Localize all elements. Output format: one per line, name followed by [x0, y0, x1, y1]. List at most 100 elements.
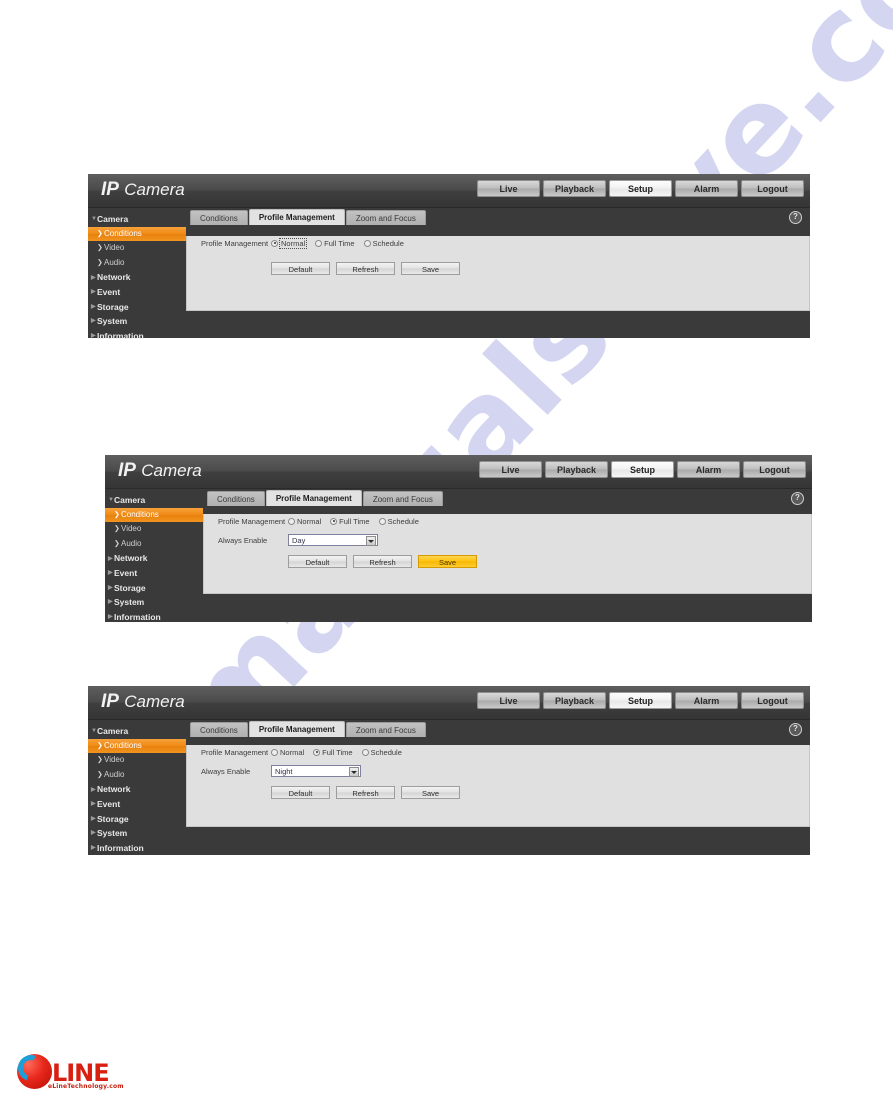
sidebar-item-system-3[interactable]: ▶ System [88, 826, 186, 841]
tab-profile-management-1[interactable]: Profile Management [248, 209, 345, 225]
tab-conditions-1[interactable]: Conditions [190, 210, 248, 225]
refresh-button-2[interactable]: Refresh [353, 555, 412, 568]
sidebar-item-storage-1[interactable]: ▶ Storage [88, 300, 186, 315]
nav-logout-1[interactable]: Logout [741, 180, 804, 197]
help-icon-2[interactable]: ? [791, 492, 804, 505]
nav-live-1[interactable]: Live [477, 180, 540, 197]
radio-dot-full-time-2 [330, 517, 338, 525]
radio-schedule-1[interactable]: Schedule [363, 239, 404, 248]
sidebar-item-audio-2[interactable]: ❯ Audio [105, 537, 203, 552]
default-button-1[interactable]: Default [271, 262, 330, 275]
sidebar-item-video-2[interactable]: ❯ Video [105, 522, 203, 537]
settings-panel-3: Profile Management Normal Full Time Sche… [186, 745, 810, 827]
sidebar-2: ▼ Camera ❯ Conditions ❯ Video ❯ Audio ▶ … [105, 489, 203, 624]
radio-normal-1[interactable]: Normal [271, 237, 308, 249]
sidebar-item-camera-2[interactable]: ▼ Camera [105, 493, 203, 508]
help-icon-1[interactable]: ? [789, 211, 802, 224]
radio-full-time-2[interactable]: Full Time [330, 517, 370, 526]
radio-full-time-1[interactable]: Full Time [315, 238, 355, 248]
chevron-right-icon-network-1: ▶ [91, 274, 96, 281]
chevron-right-icon-audio-3: ❯ [97, 771, 103, 779]
tab-conditions-2[interactable]: Conditions [207, 491, 265, 506]
save-button-1[interactable]: Save [401, 262, 460, 275]
sidebar-item-audio-1[interactable]: ❯ Audio [88, 256, 186, 271]
tab-zoom-and-focus-3[interactable]: Zoom and Focus [345, 722, 426, 737]
nav-logout-2[interactable]: Logout [743, 461, 806, 478]
radio-normal-2[interactable]: Normal [288, 517, 321, 526]
sidebar-item-network-1[interactable]: ▶ Network [88, 270, 186, 285]
nav-alarm-1[interactable]: Alarm [675, 180, 738, 197]
nav-setup-3[interactable]: Setup [609, 692, 672, 709]
sidebar-item-network-3[interactable]: ▶ Network [88, 782, 186, 797]
sidebar-item-storage-2[interactable]: ▶ Storage [105, 581, 203, 596]
nav-logout-3[interactable]: Logout [741, 692, 804, 709]
always-enable-select-2[interactable]: Day [288, 534, 378, 546]
sidebar-item-information-3[interactable]: ▶ Information [88, 841, 186, 856]
radio-normal-3[interactable]: Normal [271, 748, 304, 757]
sidebar-label-audio-2: Audio [121, 538, 142, 548]
sidebar-item-system-2[interactable]: ▶ System [105, 595, 203, 610]
nav-setup-2[interactable]: Setup [611, 461, 674, 478]
sidebar-item-conditions-1[interactable]: ❯ Conditions [88, 226, 186, 242]
refresh-button-3[interactable]: Refresh [336, 786, 395, 799]
help-icon-3[interactable]: ? [789, 723, 802, 736]
eline-logo: -LINE eLineTechnology.com [13, 1050, 127, 1096]
chevron-right-icon-network-3: ▶ [91, 786, 96, 793]
nav-live-2[interactable]: Live [479, 461, 542, 478]
sidebar-item-video-3[interactable]: ❯ Video [88, 753, 186, 768]
refresh-button-1[interactable]: Refresh [336, 262, 395, 275]
profile-management-radios-1: Normal Full Time Schedule [271, 237, 404, 249]
sidebar-label-audio-3: Audio [104, 769, 125, 779]
chevron-down-icon-2: ▼ [108, 497, 114, 504]
tab-conditions-3[interactable]: Conditions [190, 722, 248, 737]
radio-schedule-3[interactable]: Schedule [361, 748, 402, 757]
brand-title-3: IP Camera [101, 691, 185, 713]
always-enable-value-2: Day [292, 535, 306, 545]
nav-alarm-2[interactable]: Alarm [677, 461, 740, 478]
sidebar-item-camera-1[interactable]: ▼ Camera [88, 212, 186, 227]
nav-setup-1[interactable]: Setup [609, 180, 672, 197]
chevron-right-icon-audio-1: ❯ [97, 259, 103, 267]
sidebar-item-event-2[interactable]: ▶ Event [105, 566, 203, 581]
nav-alarm-3[interactable]: Alarm [675, 692, 738, 709]
sidebar-item-video-1[interactable]: ❯ Video [88, 241, 186, 256]
nav-playback-2[interactable]: Playback [545, 461, 608, 478]
sidebar-item-network-2[interactable]: ▶ Network [105, 551, 203, 566]
tab-profile-management-2[interactable]: Profile Management [265, 490, 362, 506]
save-button-3[interactable]: Save [401, 786, 460, 799]
chevron-right-icon-conditions-3: ❯ [97, 742, 103, 750]
sidebar-item-conditions-2[interactable]: ❯ Conditions [105, 507, 203, 523]
chevron-down-icon-select-3[interactable] [349, 767, 359, 777]
default-button-3[interactable]: Default [271, 786, 330, 799]
radio-schedule-2[interactable]: Schedule [378, 517, 419, 526]
sidebar-item-event-1[interactable]: ▶ Event [88, 285, 186, 300]
always-enable-select-3[interactable]: Night [271, 765, 361, 777]
brand-bold-1: IP [101, 179, 119, 200]
nav-playback-1[interactable]: Playback [543, 180, 606, 197]
sidebar-item-storage-3[interactable]: ▶ Storage [88, 812, 186, 827]
sidebar-item-information-1[interactable]: ▶ Information [88, 329, 186, 344]
settings-panel-2: Profile Management Normal Full Time Sche… [203, 514, 812, 594]
save-button-2[interactable]: Save [418, 555, 477, 568]
sidebar-item-audio-3[interactable]: ❯ Audio [88, 768, 186, 783]
profile-management-row-2: Profile Management Normal Full Time Sche… [218, 514, 811, 528]
always-enable-label-3: Always Enable [201, 766, 251, 776]
default-button-2[interactable]: Default [288, 555, 347, 568]
radio-dot-normal-3 [271, 748, 278, 756]
tab-zoom-and-focus-2[interactable]: Zoom and Focus [362, 491, 443, 506]
radio-full-time-3[interactable]: Full Time [313, 748, 353, 757]
chevron-right-icon-information-1: ▶ [91, 333, 96, 340]
radio-label-full-time-1: Full Time [324, 238, 355, 248]
nav-playback-3[interactable]: Playback [543, 692, 606, 709]
sidebar-item-information-2[interactable]: ▶ Information [105, 610, 203, 625]
settings-panel-1: Profile Management Normal Full Time Sche… [186, 236, 810, 311]
sidebar-label-system-3: System [97, 828, 128, 839]
chevron-down-icon-select-2[interactable] [366, 536, 376, 546]
tab-zoom-and-focus-1[interactable]: Zoom and Focus [345, 210, 426, 225]
sidebar-item-camera-3[interactable]: ▼ Camera [88, 724, 186, 739]
sidebar-item-system-1[interactable]: ▶ System [88, 314, 186, 329]
nav-live-3[interactable]: Live [477, 692, 540, 709]
sidebar-item-conditions-3[interactable]: ❯ Conditions [88, 738, 186, 754]
tab-profile-management-3[interactable]: Profile Management [248, 721, 345, 737]
sidebar-item-event-3[interactable]: ▶ Event [88, 797, 186, 812]
